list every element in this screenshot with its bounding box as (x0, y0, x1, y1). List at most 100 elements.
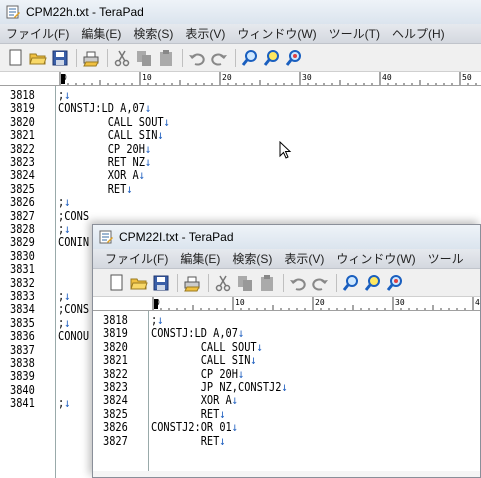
menu-item[interactable]: ヘルプ(H) (386, 25, 451, 42)
code-line[interactable]: CALL SOUT↓ (58, 115, 170, 129)
menu-item[interactable]: 編集(E) (174, 250, 226, 267)
terapad-app-icon (6, 5, 20, 19)
menu-item[interactable]: ファイル(F) (99, 250, 174, 267)
line-number: 3832 (10, 275, 35, 290)
find-prev-icon[interactable] (385, 273, 405, 293)
new-file-icon[interactable] (107, 273, 127, 293)
code-line[interactable]: CP 20H↓ (58, 142, 152, 156)
code-line[interactable]: RET↓ (151, 434, 226, 448)
code-line[interactable]: XOR A↓ (151, 393, 238, 407)
code-line[interactable]: ;↓ (58, 195, 70, 209)
open-folder-icon[interactable] (28, 48, 48, 68)
menu-bar: ファイル(F) 編集(E) 検索(S) 表示(V) ウィンドウ(W) ツール(T) ヘルプ(… (0, 24, 481, 44)
redo-icon[interactable] (310, 273, 330, 293)
code-line[interactable]: CP 20H↓ (151, 366, 245, 381)
code-text: RET NZ (58, 155, 145, 169)
find-prev-icon[interactable] (284, 48, 304, 68)
code-line[interactable]: ;CONS (58, 302, 89, 316)
menu-item[interactable]: ファイル(F) (0, 25, 75, 42)
ruler-label: 40 (382, 73, 392, 82)
menu-item[interactable]: ウィンドウ(W) (330, 250, 421, 267)
text-editor[interactable]: 3818 ;↓ 3819 CONSTJ:LD A,07↓ 3820 CALL SOUT↓… (93, 311, 480, 471)
code-line[interactable]: CALL SIN↓ (58, 128, 164, 142)
line-number: 3839 (10, 369, 35, 384)
paste-icon[interactable] (257, 273, 277, 293)
code-text: RET (58, 181, 127, 196)
title-bar[interactable]: CPM22h.txt - TeraPad (0, 0, 481, 24)
code-line[interactable]: ;CONS (58, 209, 89, 223)
redo-icon[interactable] (209, 48, 229, 68)
code-line[interactable]: CONSTJ2:OR 01↓ (151, 420, 238, 434)
code-line[interactable]: CALL SOUT↓ (151, 340, 263, 354)
newline-marker: ↓ (163, 114, 170, 129)
copy-icon[interactable] (235, 273, 255, 293)
code-line[interactable]: ;↓ (58, 289, 70, 303)
line-number: 3841 (10, 396, 35, 411)
find-icon[interactable] (240, 48, 260, 68)
cut-icon[interactable] (213, 273, 233, 293)
code-line[interactable]: RET↓ (151, 407, 226, 421)
line-number: 3818 (103, 313, 128, 327)
menu-item[interactable]: ツール(T) (323, 25, 386, 42)
menu-item[interactable]: 検索(S) (127, 25, 179, 42)
line-number: 3834 (10, 302, 35, 317)
code-text: XOR A (151, 393, 232, 408)
toolbar-separator (336, 273, 337, 292)
code-line[interactable]: RET↓ (58, 182, 133, 196)
menu-item[interactable]: ウィンドウ(W) (231, 25, 322, 42)
undo-icon[interactable] (187, 48, 207, 68)
new-file-icon[interactable] (6, 48, 26, 68)
save-icon[interactable] (50, 48, 70, 68)
code-line[interactable]: ;↓ (58, 88, 70, 102)
newline-marker: ↓ (157, 128, 164, 143)
line-number: 3840 (10, 382, 35, 397)
title-bar[interactable]: CPM22I.txt - TeraPad (93, 225, 480, 249)
window-title: CPM22I.txt - TeraPad (119, 230, 234, 244)
undo-icon[interactable] (288, 273, 308, 293)
code-line[interactable]: ;↓ (58, 396, 70, 410)
line-number: 3833 (10, 289, 35, 303)
menu-item[interactable]: 表示(V) (278, 250, 330, 267)
save-icon[interactable] (151, 273, 171, 293)
toolbar (0, 44, 481, 72)
toolbar-separator (76, 48, 77, 67)
menu-item[interactable]: 編集(E) (75, 25, 127, 42)
print-icon[interactable] (81, 48, 101, 68)
line-number: 3820 (10, 114, 35, 129)
line-number: 3830 (10, 248, 35, 263)
code-line[interactable]: ;↓ (58, 316, 70, 330)
code-line[interactable]: CALL SIN↓ (151, 353, 257, 367)
code-text: XOR A (58, 168, 139, 183)
open-folder-icon[interactable] (129, 273, 149, 293)
line-number: 3821 (10, 128, 35, 143)
menu-item[interactable]: 表示(V) (179, 25, 231, 42)
code-line[interactable]: ;↓ (151, 313, 163, 327)
code-line[interactable]: JP NZ,CONSTJ2↓ (151, 380, 288, 394)
find-icon[interactable] (341, 273, 361, 293)
menu-item[interactable]: ツール (422, 250, 470, 267)
print-icon[interactable] (182, 273, 202, 293)
code-text: CONOU (58, 329, 90, 344)
copy-icon[interactable] (134, 48, 154, 68)
cut-icon[interactable] (112, 48, 132, 68)
menu-item[interactable]: 検索(S) (226, 250, 278, 267)
code-line[interactable]: CONSTJ:LD A,07↓ (58, 101, 151, 115)
terapad-window-cpm22i[interactable]: CPM22I.txt - TeraPad ファイル(F) 編集(E) 検索(S) 表示… (92, 224, 481, 478)
line-number: 3829 (10, 235, 35, 250)
line-number: 3819 (10, 101, 35, 116)
code-line[interactable]: ;↓ (58, 222, 70, 236)
code-line[interactable]: CONSTJ:LD A,07↓ (151, 326, 244, 340)
newline-marker: ↓ (64, 289, 71, 303)
code-line[interactable]: CONOU (58, 329, 89, 343)
code-text: CP 20H (151, 366, 238, 381)
newline-marker: ↓ (157, 313, 164, 327)
find-next-icon[interactable] (262, 48, 282, 68)
find-next-icon[interactable] (363, 273, 383, 293)
paste-icon[interactable] (156, 48, 176, 68)
terapad-app-icon (99, 230, 113, 244)
line-number: 3825 (103, 406, 128, 421)
code-line[interactable]: RET NZ↓ (58, 155, 152, 169)
code-line[interactable]: CONIN (58, 235, 89, 249)
code-line[interactable]: XOR A↓ (58, 168, 145, 182)
newline-marker: ↓ (126, 181, 133, 196)
